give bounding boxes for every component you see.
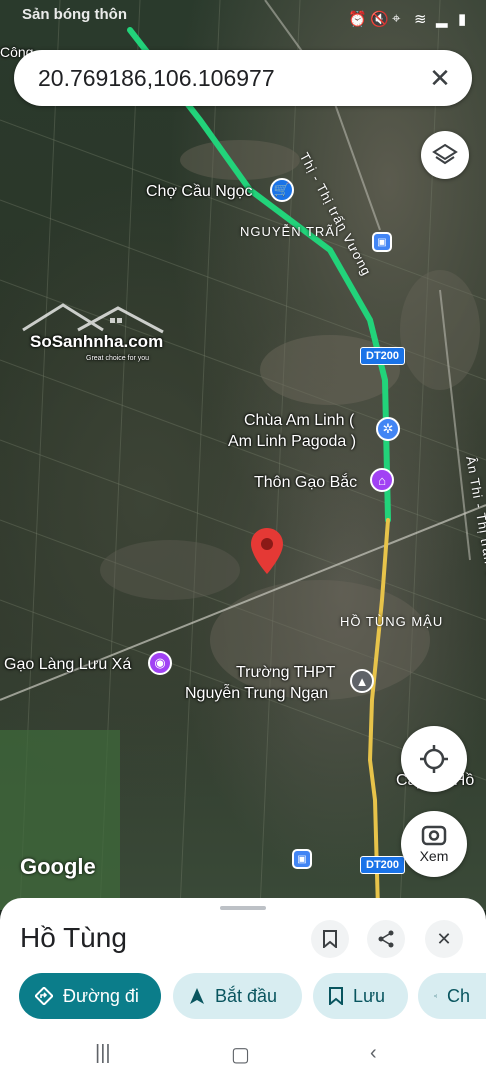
signal-icon: ▂ <box>436 11 448 28</box>
save-button[interactable]: Lưu <box>313 973 408 1019</box>
map-label-cho-cau-ngoc[interactable]: Chợ Cầu Ngọc <box>146 183 253 201</box>
google-logo: Google <box>20 854 96 879</box>
drag-handle[interactable] <box>220 906 266 910</box>
home-icon[interactable]: ▢ <box>231 1042 250 1067</box>
shopping-cart-icon[interactable]: 🛒 <box>270 178 294 202</box>
close-sheet-button[interactable]: ✕ <box>425 920 463 958</box>
recent-apps-icon[interactable]: ||| <box>95 1042 111 1065</box>
start-button[interactable]: Bắt đầu <box>173 973 302 1019</box>
bookmark-icon <box>323 930 337 948</box>
map-label-truong-name[interactable]: Nguyễn Trung Ngạn <box>185 685 328 703</box>
map-label-truong[interactable]: Trường THPT <box>236 664 335 682</box>
road-label-nguyen-trai: NGUYỄN TRÃI <box>240 224 340 239</box>
close-icon[interactable]: ✕ <box>424 62 456 94</box>
directions-label: Đường đi <box>63 985 139 1006</box>
route-shield-dt200: DT200 <box>360 347 406 365</box>
my-location-button[interactable] <box>401 726 467 792</box>
alarm-icon: ⏰ <box>348 11 367 28</box>
save-label: Lưu <box>353 985 386 1006</box>
directions-icon <box>35 987 53 1005</box>
map-label-gao-lang[interactable]: Gạo Làng Lưu Xá <box>4 656 131 674</box>
watermark-tagline: Great choice for you <box>86 355 150 362</box>
bookmark-icon <box>329 987 343 1005</box>
wifi-icon: ≋ <box>414 11 427 28</box>
start-label: Bắt đầu <box>215 985 278 1006</box>
share-icon <box>378 930 394 948</box>
navigation-arrow-icon <box>190 988 204 1004</box>
location-icon: ⌖ <box>392 10 401 27</box>
status-bar: Sản bóng thôn ⏰ 🔇 ⌖ ≋ ▂ ▮ <box>0 0 486 40</box>
map-label-thon-gao-bac[interactable]: Thôn Gạo Bắc <box>254 474 357 492</box>
status-bar-text: Sản bóng thôn <box>22 6 127 23</box>
location-pin-icon[interactable] <box>251 528 283 574</box>
route-shield-dt200-bottom: DT200 <box>360 856 406 874</box>
save-icon-button[interactable] <box>311 920 349 958</box>
xem-button[interactable]: Xem <box>401 811 467 877</box>
mute-icon: 🔇 <box>370 11 389 28</box>
lens-icon <box>421 825 447 846</box>
camera-icon[interactable]: ◉ <box>148 651 172 675</box>
share-icon <box>434 994 437 998</box>
layers-icon <box>432 143 458 165</box>
status-icons: ⏰ 🔇 ⌖ ≋ ▂ ▮ <box>348 10 472 28</box>
search-input[interactable]: 20.769186,106.106977 <box>38 65 275 92</box>
search-box[interactable]: 20.769186,106.106977 ✕ <box>14 50 472 106</box>
crosshair-icon <box>420 745 448 773</box>
share-icon-button[interactable] <box>367 920 405 958</box>
back-icon[interactable]: ‹ <box>370 1042 377 1065</box>
xem-label: Xem <box>419 848 449 864</box>
road-label-ho-tung-mau: HỒ TÙNG MẬU <box>340 614 444 629</box>
map-label-chua-am-linh[interactable]: Chùa Am Linh ( <box>244 412 354 430</box>
watermark-brand: SoSanhnha.com <box>30 332 164 351</box>
layers-button[interactable] <box>421 131 469 179</box>
close-icon: ✕ <box>436 928 452 949</box>
bus-stop-icon[interactable]: ▣ <box>372 232 392 252</box>
place-title: Hồ Tùng <box>20 922 127 953</box>
landmark-icon[interactable]: ⌂ <box>370 468 394 492</box>
school-icon[interactable]: ▲ <box>350 669 374 693</box>
share-label: Ch <box>446 985 470 1006</box>
bus-stop-icon[interactable]: ▣ <box>292 849 312 869</box>
directions-button[interactable]: Đường đi <box>19 973 161 1019</box>
map-label-am-linh-pagoda[interactable]: Am Linh Pagoda ) <box>228 433 356 451</box>
system-nav-bar: ||| ▢ ‹ <box>0 1032 486 1080</box>
battery-icon: ▮ <box>458 11 467 28</box>
share-button[interactable]: Ch <box>418 973 486 1019</box>
pagoda-icon[interactable]: ✲ <box>376 417 400 441</box>
